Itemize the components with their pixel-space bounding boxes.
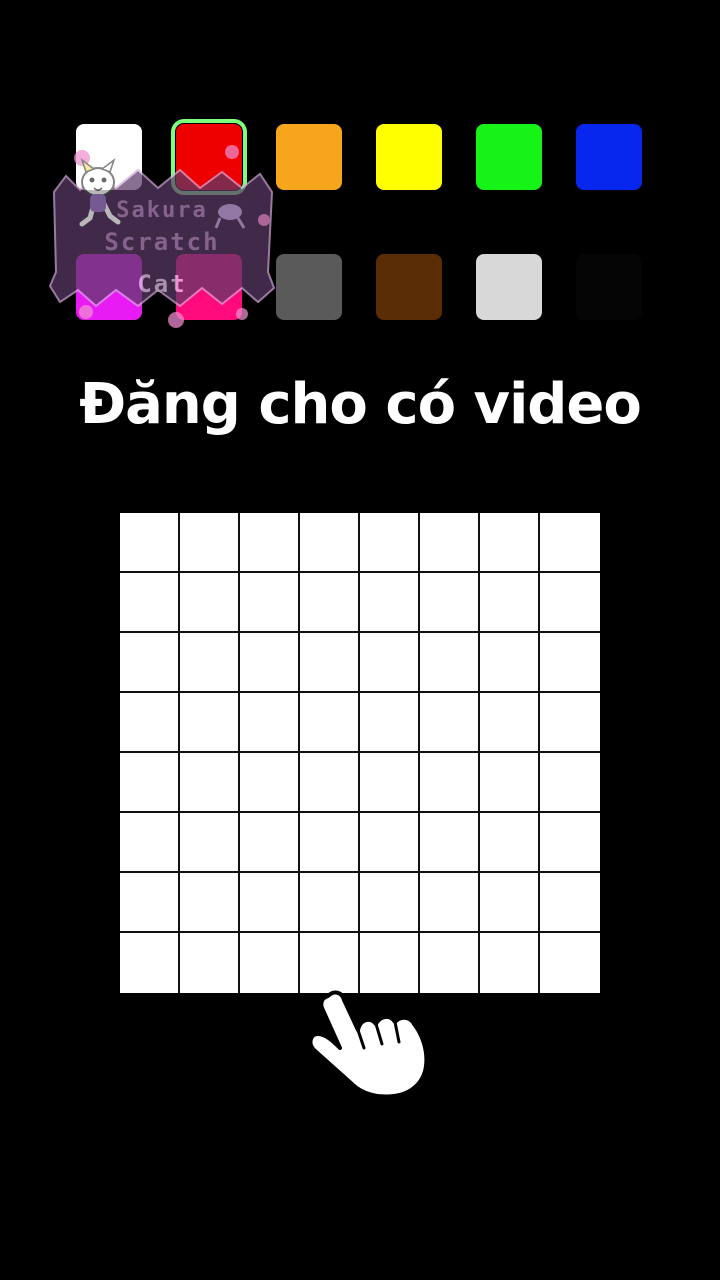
swatch-black[interactable] — [576, 254, 642, 320]
grid-cell[interactable] — [120, 753, 180, 813]
grid-cell[interactable] — [480, 873, 540, 933]
grid-cell[interactable] — [420, 633, 480, 693]
grid-cell[interactable] — [120, 633, 180, 693]
grid-cell[interactable] — [240, 933, 300, 993]
grid-cell[interactable] — [300, 633, 360, 693]
grid-cell[interactable] — [180, 633, 240, 693]
grid-cell[interactable] — [180, 573, 240, 633]
grid-cell[interactable] — [480, 573, 540, 633]
grid-cell[interactable] — [240, 573, 300, 633]
grid-cell[interactable] — [360, 873, 420, 933]
grid-cell[interactable] — [300, 813, 360, 873]
grid-cell[interactable] — [300, 513, 360, 573]
grid-cell[interactable] — [480, 693, 540, 753]
game-screen: Sakura Scratch Cat Đăng cho có video — [0, 0, 720, 1280]
pointing-hand-icon — [300, 986, 440, 1102]
grid-cell[interactable] — [480, 813, 540, 873]
grid-cell[interactable] — [420, 933, 480, 993]
swatch-gray[interactable] — [276, 254, 342, 320]
grid-cell[interactable] — [300, 753, 360, 813]
grid-cell[interactable] — [480, 633, 540, 693]
grid-cell[interactable] — [480, 933, 540, 993]
grid-cell[interactable] — [180, 873, 240, 933]
grid-cell[interactable] — [120, 513, 180, 573]
grid-cell[interactable] — [420, 753, 480, 813]
grid-cell[interactable] — [420, 813, 480, 873]
grid-cell[interactable] — [420, 573, 480, 633]
swatch-orange[interactable] — [276, 124, 342, 190]
swatch-pink[interactable] — [176, 254, 242, 320]
grid-cell[interactable] — [420, 873, 480, 933]
grid-cell[interactable] — [540, 753, 600, 813]
grid-cell[interactable] — [180, 933, 240, 993]
swatch-magenta[interactable] — [76, 254, 142, 320]
grid-cell[interactable] — [300, 573, 360, 633]
grid-cell[interactable] — [120, 573, 180, 633]
grid-cell[interactable] — [540, 513, 600, 573]
swatch-brown[interactable] — [376, 254, 442, 320]
grid-cell[interactable] — [540, 933, 600, 993]
grid-cell[interactable] — [480, 753, 540, 813]
page-title: Đăng cho có video — [79, 372, 642, 437]
grid-cell[interactable] — [300, 693, 360, 753]
grid-cell[interactable] — [360, 573, 420, 633]
swatch-yellow[interactable] — [376, 124, 442, 190]
swatch-green[interactable] — [476, 124, 542, 190]
swatch-blue[interactable] — [576, 124, 642, 190]
grid-cell[interactable] — [240, 873, 300, 933]
grid-cell[interactable] — [360, 933, 420, 993]
grid-cell[interactable] — [180, 753, 240, 813]
grid-cell[interactable] — [120, 693, 180, 753]
swatch-white[interactable] — [76, 124, 142, 190]
grid-cell[interactable] — [360, 633, 420, 693]
grid-cell[interactable] — [240, 633, 300, 693]
grid-cell[interactable] — [360, 813, 420, 873]
grid-cell[interactable] — [240, 753, 300, 813]
grid-cell[interactable] — [240, 693, 300, 753]
grid-cell[interactable] — [420, 513, 480, 573]
grid-cell[interactable] — [360, 513, 420, 573]
grid-cell[interactable] — [480, 513, 540, 573]
grid-cell[interactable] — [540, 633, 600, 693]
grid-cell[interactable] — [540, 873, 600, 933]
grid-cell[interactable] — [540, 693, 600, 753]
grid-cell[interactable] — [540, 813, 600, 873]
grid-cell[interactable] — [300, 933, 360, 993]
grid-cell[interactable] — [420, 693, 480, 753]
swatch-light-gray[interactable] — [476, 254, 542, 320]
pixel-grid — [120, 513, 600, 993]
grid-cell[interactable] — [240, 813, 300, 873]
grid-cell[interactable] — [540, 573, 600, 633]
grid-cell[interactable] — [120, 813, 180, 873]
grid-cell[interactable] — [120, 873, 180, 933]
grid-cell[interactable] — [360, 693, 420, 753]
color-palette — [76, 119, 646, 324]
grid-cell[interactable] — [240, 513, 300, 573]
grid-cell[interactable] — [120, 933, 180, 993]
grid-cell[interactable] — [180, 513, 240, 573]
swatch-red[interactable] — [171, 119, 247, 195]
grid-cell[interactable] — [300, 873, 360, 933]
grid-cell[interactable] — [360, 753, 420, 813]
grid-cell[interactable] — [180, 693, 240, 753]
grid-cell[interactable] — [180, 813, 240, 873]
